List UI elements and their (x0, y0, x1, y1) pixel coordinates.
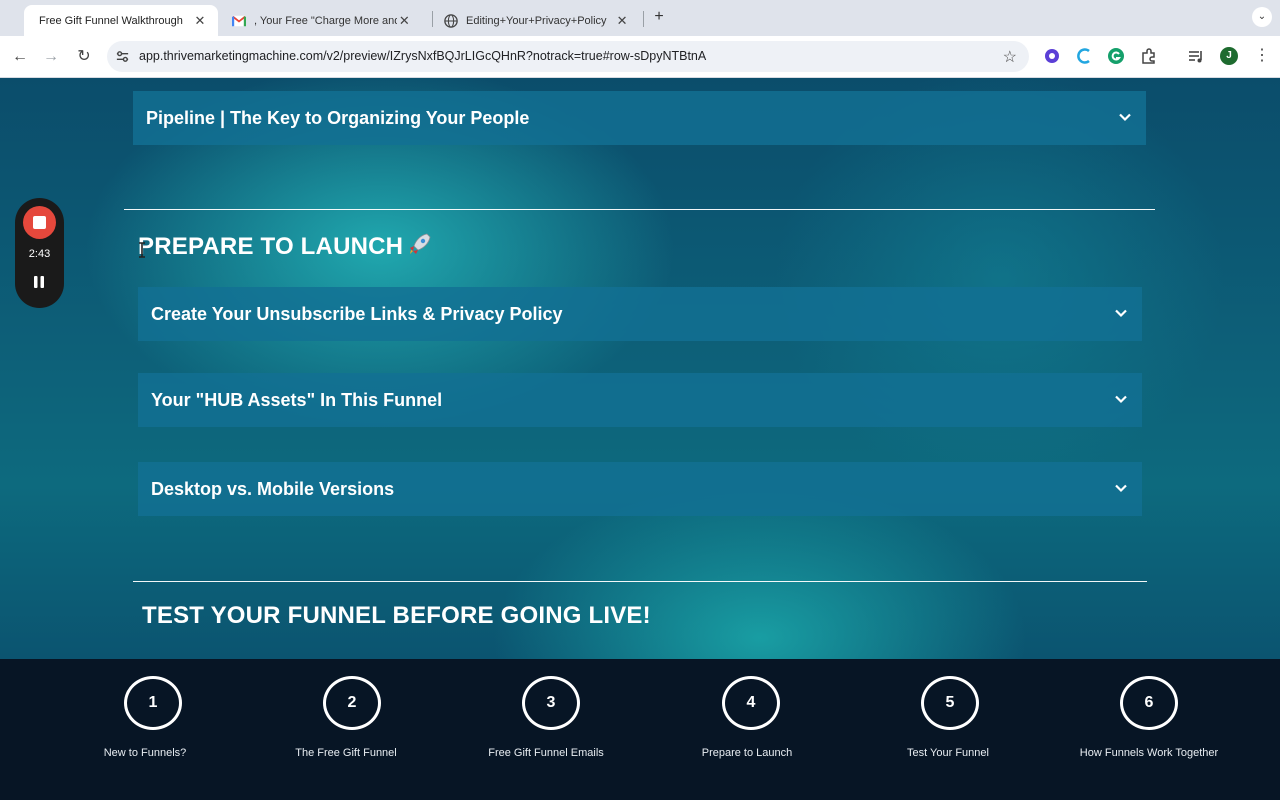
accordion-title: Create Your Unsubscribe Links & Privacy … (151, 303, 563, 324)
accordion-title: Your "HUB Assets" In This Funnel (151, 389, 443, 410)
back-button[interactable]: ← (8, 45, 32, 69)
step-label: New to Funnels? (103, 747, 187, 759)
media-controls-icon[interactable] (1187, 47, 1205, 65)
accordion-title: Pipeline | The Key to Organizing Your Pe… (146, 107, 530, 128)
tab-separator (643, 11, 644, 27)
section-divider (133, 581, 1147, 582)
stop-recording-button[interactable] (23, 206, 56, 239)
step-4-prepare-to-launch[interactable]: 4 Prepare to Launch (647, 659, 847, 800)
step-2-free-gift-funnel[interactable]: 2 The Free Gift Funnel (246, 659, 446, 800)
address-bar[interactable]: app.thrivemarketingmachine.com/v2/previe… (107, 41, 1029, 72)
new-tab-button[interactable]: + (650, 8, 668, 26)
step-number: 2 (323, 676, 381, 730)
section-heading-prepare-to-launch: PREPARE TO LAUNCH (138, 231, 433, 261)
step-5-test-your-funnel[interactable]: 5 Test Your Funnel (848, 659, 1048, 800)
accordion-title: Desktop vs. Mobile Versions (151, 478, 395, 499)
accordion-hub-assets[interactable]: Your "HUB Assets" In This Funnel (138, 373, 1142, 427)
tab-free-gift-funnel[interactable]: Free Gift Funnel Walkthrough ✕ (24, 5, 218, 36)
screen-recorder-widget: 2:43 (15, 198, 64, 308)
tab-strip: Free Gift Funnel Walkthrough ✕ , Your Fr… (0, 0, 1280, 36)
tab-separator (432, 11, 433, 27)
profile-avatar[interactable]: J (1220, 47, 1238, 65)
step-label: How Funnels Work Together (1079, 747, 1219, 759)
step-label: The Free Gift Funnel (295, 747, 397, 759)
step-1-new-to-funnels[interactable]: 1 New to Funnels? (45, 659, 245, 800)
browser-toolbar: ← → ↻ app.thrivemarketingmachine.com/v2/… (0, 36, 1280, 78)
step-label: Free Gift Funnel Emails (488, 747, 604, 759)
globe-icon (444, 13, 458, 28)
browser-menu-icon[interactable]: ⋮ (1254, 45, 1270, 65)
step-3-free-gift-funnel-emails[interactable]: 3 Free Gift Funnel Emails (446, 659, 646, 800)
text-cursor-icon (139, 242, 145, 258)
step-number: 5 (921, 676, 979, 730)
chevron-down-icon (1119, 113, 1131, 122)
step-6-how-funnels-work-together[interactable]: 6 How Funnels Work Together (1049, 659, 1249, 800)
chevron-down-icon (1115, 395, 1127, 404)
section-heading-text: PREPARE TO LAUNCH (138, 233, 404, 260)
section-heading-test-funnel: TEST YOUR FUNNEL BEFORE GOING LIVE! (142, 602, 651, 629)
extension-grammarly-icon[interactable] (1107, 47, 1125, 65)
extension-c-icon[interactable] (1075, 47, 1093, 65)
accordion-unsubscribe-privacy[interactable]: Create Your Unsubscribe Links & Privacy … (138, 287, 1142, 341)
pause-icon[interactable] (32, 275, 46, 289)
step-label: Test Your Funnel (907, 747, 989, 759)
forward-button[interactable]: → (39, 45, 63, 69)
accordion-desktop-mobile[interactable]: Desktop vs. Mobile Versions (138, 462, 1142, 516)
funnel-step-navigation: 1 New to Funnels? 2 The Free Gift Funnel… (0, 659, 1280, 800)
tab-search-button[interactable]: ⌄ (1252, 7, 1272, 27)
step-number: 4 (722, 676, 780, 730)
extensions-puzzle-icon[interactable] (1140, 47, 1158, 65)
step-number: 1 (124, 676, 182, 730)
rocket-icon (410, 233, 431, 254)
funnel-preview-page: Pipeline | The Key to Organizing Your Pe… (0, 78, 1280, 659)
accordion-pipeline[interactable]: Pipeline | The Key to Organizing Your Pe… (133, 91, 1146, 145)
tab-editing-privacy-policy[interactable]: Editing+Your+Privacy+Policy ✕ (434, 5, 640, 36)
tab-title: Editing+Your+Privacy+Policy (466, 14, 607, 27)
gmail-icon (232, 15, 246, 26)
tab-title: , Your Free "Charge More and (254, 14, 397, 27)
step-label: Prepare to Launch (701, 747, 793, 759)
section-divider (124, 209, 1155, 210)
recording-timer: 2:43 (28, 248, 51, 260)
close-icon[interactable]: ✕ (614, 13, 630, 29)
close-icon[interactable]: ✕ (192, 13, 208, 29)
chevron-down-icon (1115, 309, 1127, 318)
url-text: app.thrivemarketingmachine.com/v2/previe… (139, 49, 707, 63)
tab-gmail[interactable]: , Your Free "Charge More and ✕ (222, 5, 422, 36)
reload-button[interactable]: ↻ (72, 45, 96, 69)
step-number: 3 (522, 676, 580, 730)
close-icon[interactable]: ✕ (397, 13, 412, 29)
chevron-down-icon (1115, 484, 1127, 493)
tab-title: Free Gift Funnel Walkthrough (39, 14, 183, 27)
bookmark-star-icon[interactable]: ☆ (1003, 47, 1017, 67)
extension-gear-icon[interactable] (1043, 47, 1061, 65)
site-info-icon[interactable] (115, 49, 130, 64)
step-number: 6 (1120, 676, 1178, 730)
